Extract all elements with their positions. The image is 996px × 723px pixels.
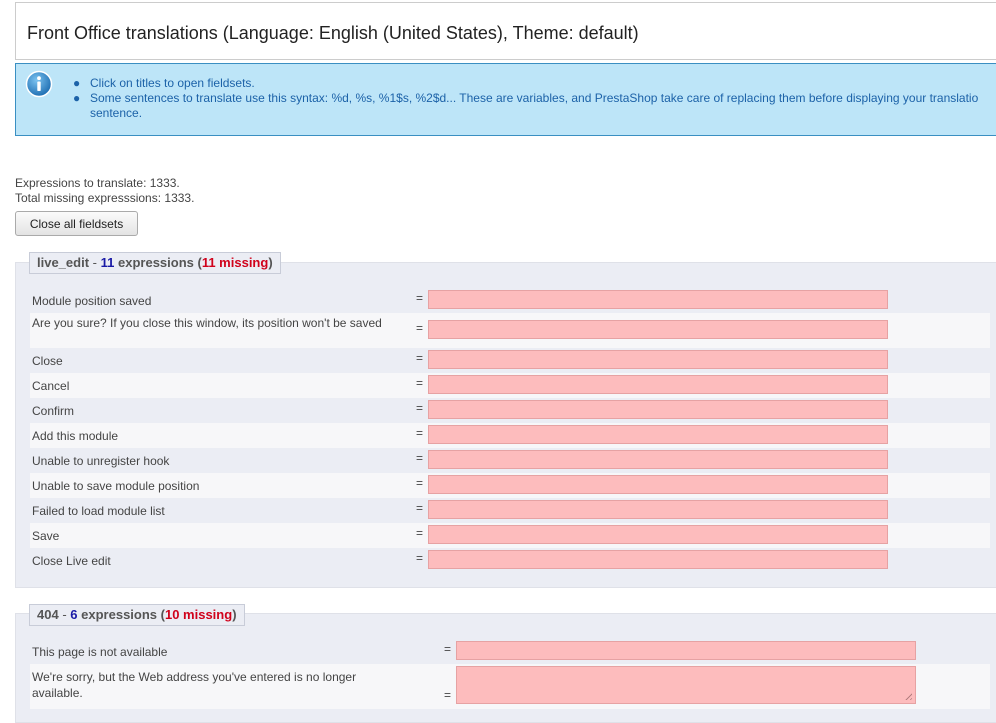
translation-input[interactable] bbox=[428, 375, 888, 394]
translation-row: Cancel = bbox=[30, 373, 990, 398]
source-text: Save bbox=[32, 529, 60, 543]
source-text: Confirm bbox=[32, 404, 75, 418]
translation-input[interactable] bbox=[428, 290, 888, 309]
translation-input[interactable] bbox=[428, 400, 888, 419]
missing-count: 10 missing bbox=[164, 607, 233, 622]
translation-row: Module position saved = bbox=[30, 288, 990, 313]
info-item: ● Click on titles to open fieldsets. bbox=[73, 76, 255, 90]
translation-row: Add this module = bbox=[30, 423, 990, 448]
translation-input[interactable] bbox=[428, 500, 888, 519]
bullet-icon: ● bbox=[73, 76, 81, 90]
info-item: ● Some sentences to translate use this s… bbox=[73, 91, 979, 120]
page-title: Front Office translations (Language: Eng… bbox=[27, 23, 639, 43]
translation-row: Unable to save module position = bbox=[30, 473, 990, 498]
missing-count: Total missing expresssions: 1333. bbox=[15, 191, 195, 205]
source-text: Add this module bbox=[32, 429, 119, 443]
translation-row: Unable to unregister hook = bbox=[30, 448, 990, 473]
translation-input[interactable] bbox=[428, 525, 888, 544]
fieldset-name: 404 bbox=[37, 607, 59, 622]
source-text: Are you sure? If you close this window, … bbox=[32, 316, 382, 330]
fieldset-legend[interactable]: live_edit - 11 expressions (11 missing) bbox=[29, 252, 281, 274]
translation-textarea[interactable] bbox=[456, 666, 916, 704]
fieldset-name: live_edit bbox=[37, 255, 90, 270]
close-all-fieldsets-button[interactable]: Close all fieldsets bbox=[15, 211, 138, 236]
source-text: This page is not available bbox=[32, 645, 168, 659]
source-text: Unable to unregister hook bbox=[32, 454, 170, 468]
fieldset-404: 404 - 6 expressions (10 missing) This pa… bbox=[15, 604, 996, 723]
translation-input[interactable] bbox=[428, 425, 888, 444]
info-icon bbox=[25, 70, 53, 98]
source-text: Cancel bbox=[32, 379, 70, 393]
info-box: ● Click on titles to open fieldsets. ● S… bbox=[15, 63, 996, 136]
translation-input[interactable] bbox=[428, 475, 888, 494]
bullet-icon: ● bbox=[73, 91, 81, 105]
translation-row: We're sorry, but the Web address you've … bbox=[30, 664, 990, 709]
fieldset-legend[interactable]: 404 - 6 expressions (10 missing) bbox=[29, 604, 245, 626]
source-text: Module position saved bbox=[32, 294, 152, 308]
info-list: ● Click on titles to open fieldsets. ● S… bbox=[73, 76, 996, 121]
expressions-count: 11 bbox=[100, 255, 115, 270]
source-text: Unable to save module position bbox=[32, 479, 200, 493]
source-text: Close bbox=[32, 354, 63, 368]
translation-row: Confirm = bbox=[30, 398, 990, 423]
source-text: Close Live edit bbox=[32, 554, 111, 568]
source-text: We're sorry, but the Web address you've … bbox=[32, 670, 357, 700]
translation-row: Failed to load module list = bbox=[30, 498, 990, 523]
translation-row: Are you sure? If you close this window, … bbox=[30, 313, 990, 348]
translation-input[interactable] bbox=[428, 550, 888, 569]
translation-row: Close = bbox=[30, 348, 990, 373]
translation-row: Save = bbox=[30, 523, 990, 548]
translation-input[interactable] bbox=[428, 320, 888, 339]
translation-stats: Expressions to translate: 1333. Total mi… bbox=[15, 176, 194, 206]
translation-input[interactable] bbox=[428, 450, 888, 469]
translation-row: This page is not available = bbox=[30, 639, 990, 664]
expressions-count: 6 bbox=[70, 607, 78, 622]
fieldset-live-edit: live_edit - 11 expressions (11 missing) … bbox=[15, 252, 996, 588]
translation-input[interactable] bbox=[428, 350, 888, 369]
source-text: Failed to load module list bbox=[32, 504, 165, 518]
resize-grip-icon[interactable] bbox=[903, 691, 912, 700]
expressions-count: Expressions to translate: 1333. bbox=[15, 176, 180, 190]
missing-count: 11 missing bbox=[201, 255, 269, 270]
translation-input[interactable] bbox=[456, 641, 916, 660]
translation-row: Close Live edit = bbox=[30, 548, 990, 573]
page-header: Front Office translations (Language: Eng… bbox=[15, 2, 996, 60]
